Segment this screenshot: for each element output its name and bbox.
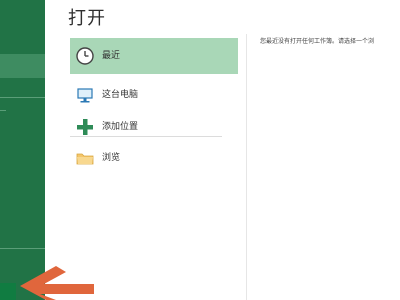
nav-item-open[interactable]	[0, 54, 45, 78]
page-title: 打开	[68, 8, 106, 29]
clock-icon	[76, 47, 94, 65]
pointer-arrow-icon	[20, 266, 94, 300]
location-label: 添加位置	[102, 122, 139, 132]
location-label: 浏览	[102, 153, 121, 163]
nav-item-options[interactable]	[0, 283, 16, 300]
empty-recent-message: 您最近没有打开任何工作簿。请选择一个浏	[260, 38, 375, 45]
location-this-pc[interactable]: 这台电脑	[70, 77, 238, 113]
list-divider	[70, 136, 222, 137]
nav-divider	[0, 97, 45, 98]
location-recent[interactable]: 最近	[70, 38, 238, 74]
location-label: 最近	[102, 51, 121, 61]
nav-divider	[0, 248, 45, 249]
pane-separator	[246, 34, 247, 300]
plus-icon	[77, 119, 93, 135]
folder-icon	[76, 153, 94, 165]
computer-icon	[77, 88, 93, 103]
location-label: 这台电脑	[102, 90, 139, 100]
location-browse[interactable]: 浏览	[70, 140, 238, 176]
nav-item-marker	[0, 110, 6, 111]
backstage-nav	[0, 0, 45, 300]
